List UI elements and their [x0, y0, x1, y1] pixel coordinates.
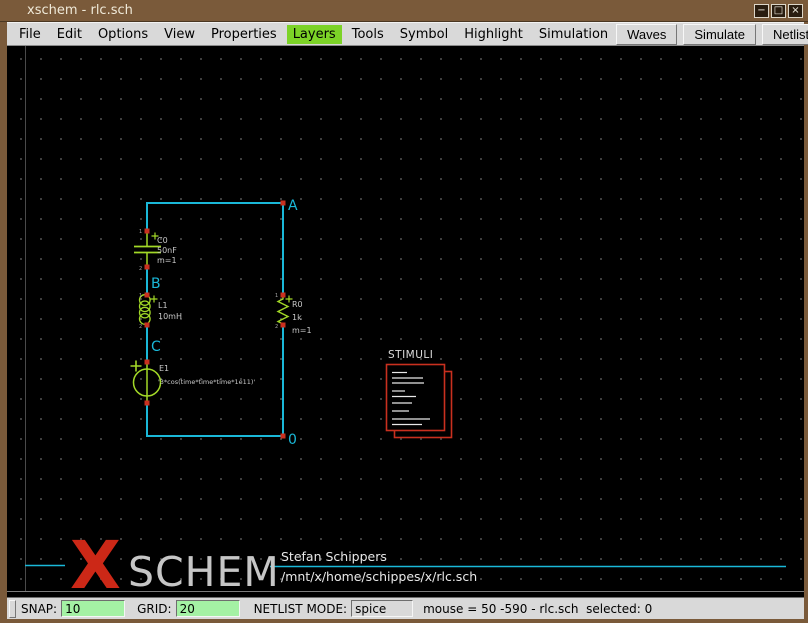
netlist-button[interactable]: Netlist: [762, 24, 808, 45]
window-title: xschem - rlc.sch: [27, 3, 133, 18]
stimuli-doc-icon: [387, 365, 445, 431]
net-label-b[interactable]: B: [151, 276, 161, 292]
grid-input[interactable]: [176, 600, 240, 617]
source-value: '3*cos(time*time*time*1e11)': [158, 378, 255, 386]
pin-square: [281, 201, 286, 206]
schematic-canvas[interactable]: 1 2 C0 50nF m=1 1 2 L1: [7, 46, 804, 592]
plus-polarity-icon: [151, 296, 158, 303]
pin-number: 1: [139, 293, 142, 299]
xschem-window: xschem - rlc.sch − □ × File Edit Options…: [0, 0, 808, 623]
xschem-logo-text: SCHEM: [128, 552, 280, 593]
pin-square: [145, 401, 150, 406]
capacitor-ref: C0: [157, 236, 168, 245]
capacitor-value: 50nF: [157, 246, 177, 255]
window-body: File Edit Options View Properties Layers…: [7, 22, 804, 619]
xschem-logo-x: X: [70, 533, 119, 599]
menu-item-highlight[interactable]: Highlight: [458, 25, 529, 44]
menu-item-properties[interactable]: Properties: [205, 25, 283, 44]
capacitor-mult: m=1: [157, 256, 177, 265]
minimize-icon[interactable]: −: [754, 4, 769, 18]
stimuli-label: STIMULI: [388, 349, 433, 361]
resistor-mult: m=1: [292, 326, 312, 335]
inductor-coil: [140, 301, 151, 312]
inductor-component[interactable]: 1 2 L1 10mH: [139, 293, 182, 331]
menu-item-symbol[interactable]: Symbol: [394, 25, 454, 44]
resistor-ref: R0: [292, 300, 303, 309]
menu-item-file[interactable]: File: [13, 25, 47, 44]
pin-number: 1: [139, 229, 142, 235]
resistor-component[interactable]: 1 2 R0 1k m=1: [275, 293, 312, 336]
source-ref: E1: [159, 364, 169, 373]
status-bar: SNAP: GRID: NETLIST MODE: mouse = 50 -59…: [7, 597, 804, 619]
pin-square: [281, 323, 286, 328]
pin-number: 2: [139, 266, 142, 272]
pin-number: 2: [139, 324, 142, 330]
resistor-value: 1k: [292, 313, 302, 322]
capacitor-component[interactable]: 1 2 C0 50nF m=1: [134, 229, 177, 273]
netlist-mode-label: NETLIST MODE:: [254, 602, 348, 616]
menu-item-layers[interactable]: Layers: [287, 25, 342, 44]
pin-number: 1: [275, 293, 278, 299]
pin-square: [145, 229, 150, 234]
pin-square: [145, 360, 150, 365]
statusbar-grip[interactable]: [9, 600, 16, 618]
net-label-c[interactable]: C: [151, 339, 161, 355]
file-path-text: /mnt/x/home/schippes/x/rlc.sch: [281, 569, 477, 584]
pin-number: 2: [275, 324, 278, 330]
inductor-coil: [140, 307, 151, 318]
simulate-button[interactable]: Simulate: [683, 24, 756, 45]
netlist-mode-input[interactable]: [351, 600, 413, 617]
grid-label: GRID:: [137, 602, 171, 616]
pin-square: [145, 293, 150, 298]
schematic-drawing: 1 2 C0 50nF m=1 1 2 L1: [7, 46, 804, 591]
menu-item-options[interactable]: Options: [92, 25, 154, 44]
menu-bar: File Edit Options View Properties Layers…: [7, 22, 804, 46]
menu-item-tools[interactable]: Tools: [346, 25, 390, 44]
pin-square: [281, 293, 286, 298]
inductor-value: 10mH: [158, 312, 182, 321]
close-icon[interactable]: ×: [788, 4, 803, 18]
stimuli-block[interactable]: STIMULI: [387, 349, 452, 438]
menu-item-edit[interactable]: Edit: [51, 25, 88, 44]
net-label-gnd[interactable]: 0: [288, 432, 297, 448]
inductor-ref: L1: [158, 301, 168, 310]
title-bar[interactable]: xschem - rlc.sch − □ ×: [0, 0, 808, 22]
menu-item-view[interactable]: View: [158, 25, 201, 44]
waves-button[interactable]: Waves: [616, 24, 677, 45]
author-text: Stefan Schippers: [281, 549, 387, 564]
pin-square: [145, 323, 150, 328]
net-label-a[interactable]: A: [288, 198, 298, 214]
resistor-zigzag: [278, 296, 288, 324]
snap-input[interactable]: [61, 600, 125, 617]
plus-polarity-icon: [131, 361, 142, 372]
window-controls: − □ ×: [754, 4, 803, 18]
snap-label: SNAP:: [21, 602, 57, 616]
source-component[interactable]: E1 '3*cos(time*time*time*1e11)': [131, 360, 256, 406]
menu-item-simulation[interactable]: Simulation: [533, 25, 614, 44]
maximize-icon[interactable]: □: [771, 4, 786, 18]
mouse-status-text: mouse = 50 -590 - rlc.sch selected: 0: [423, 602, 652, 616]
pin-square: [145, 265, 150, 270]
pin-square: [281, 434, 286, 439]
